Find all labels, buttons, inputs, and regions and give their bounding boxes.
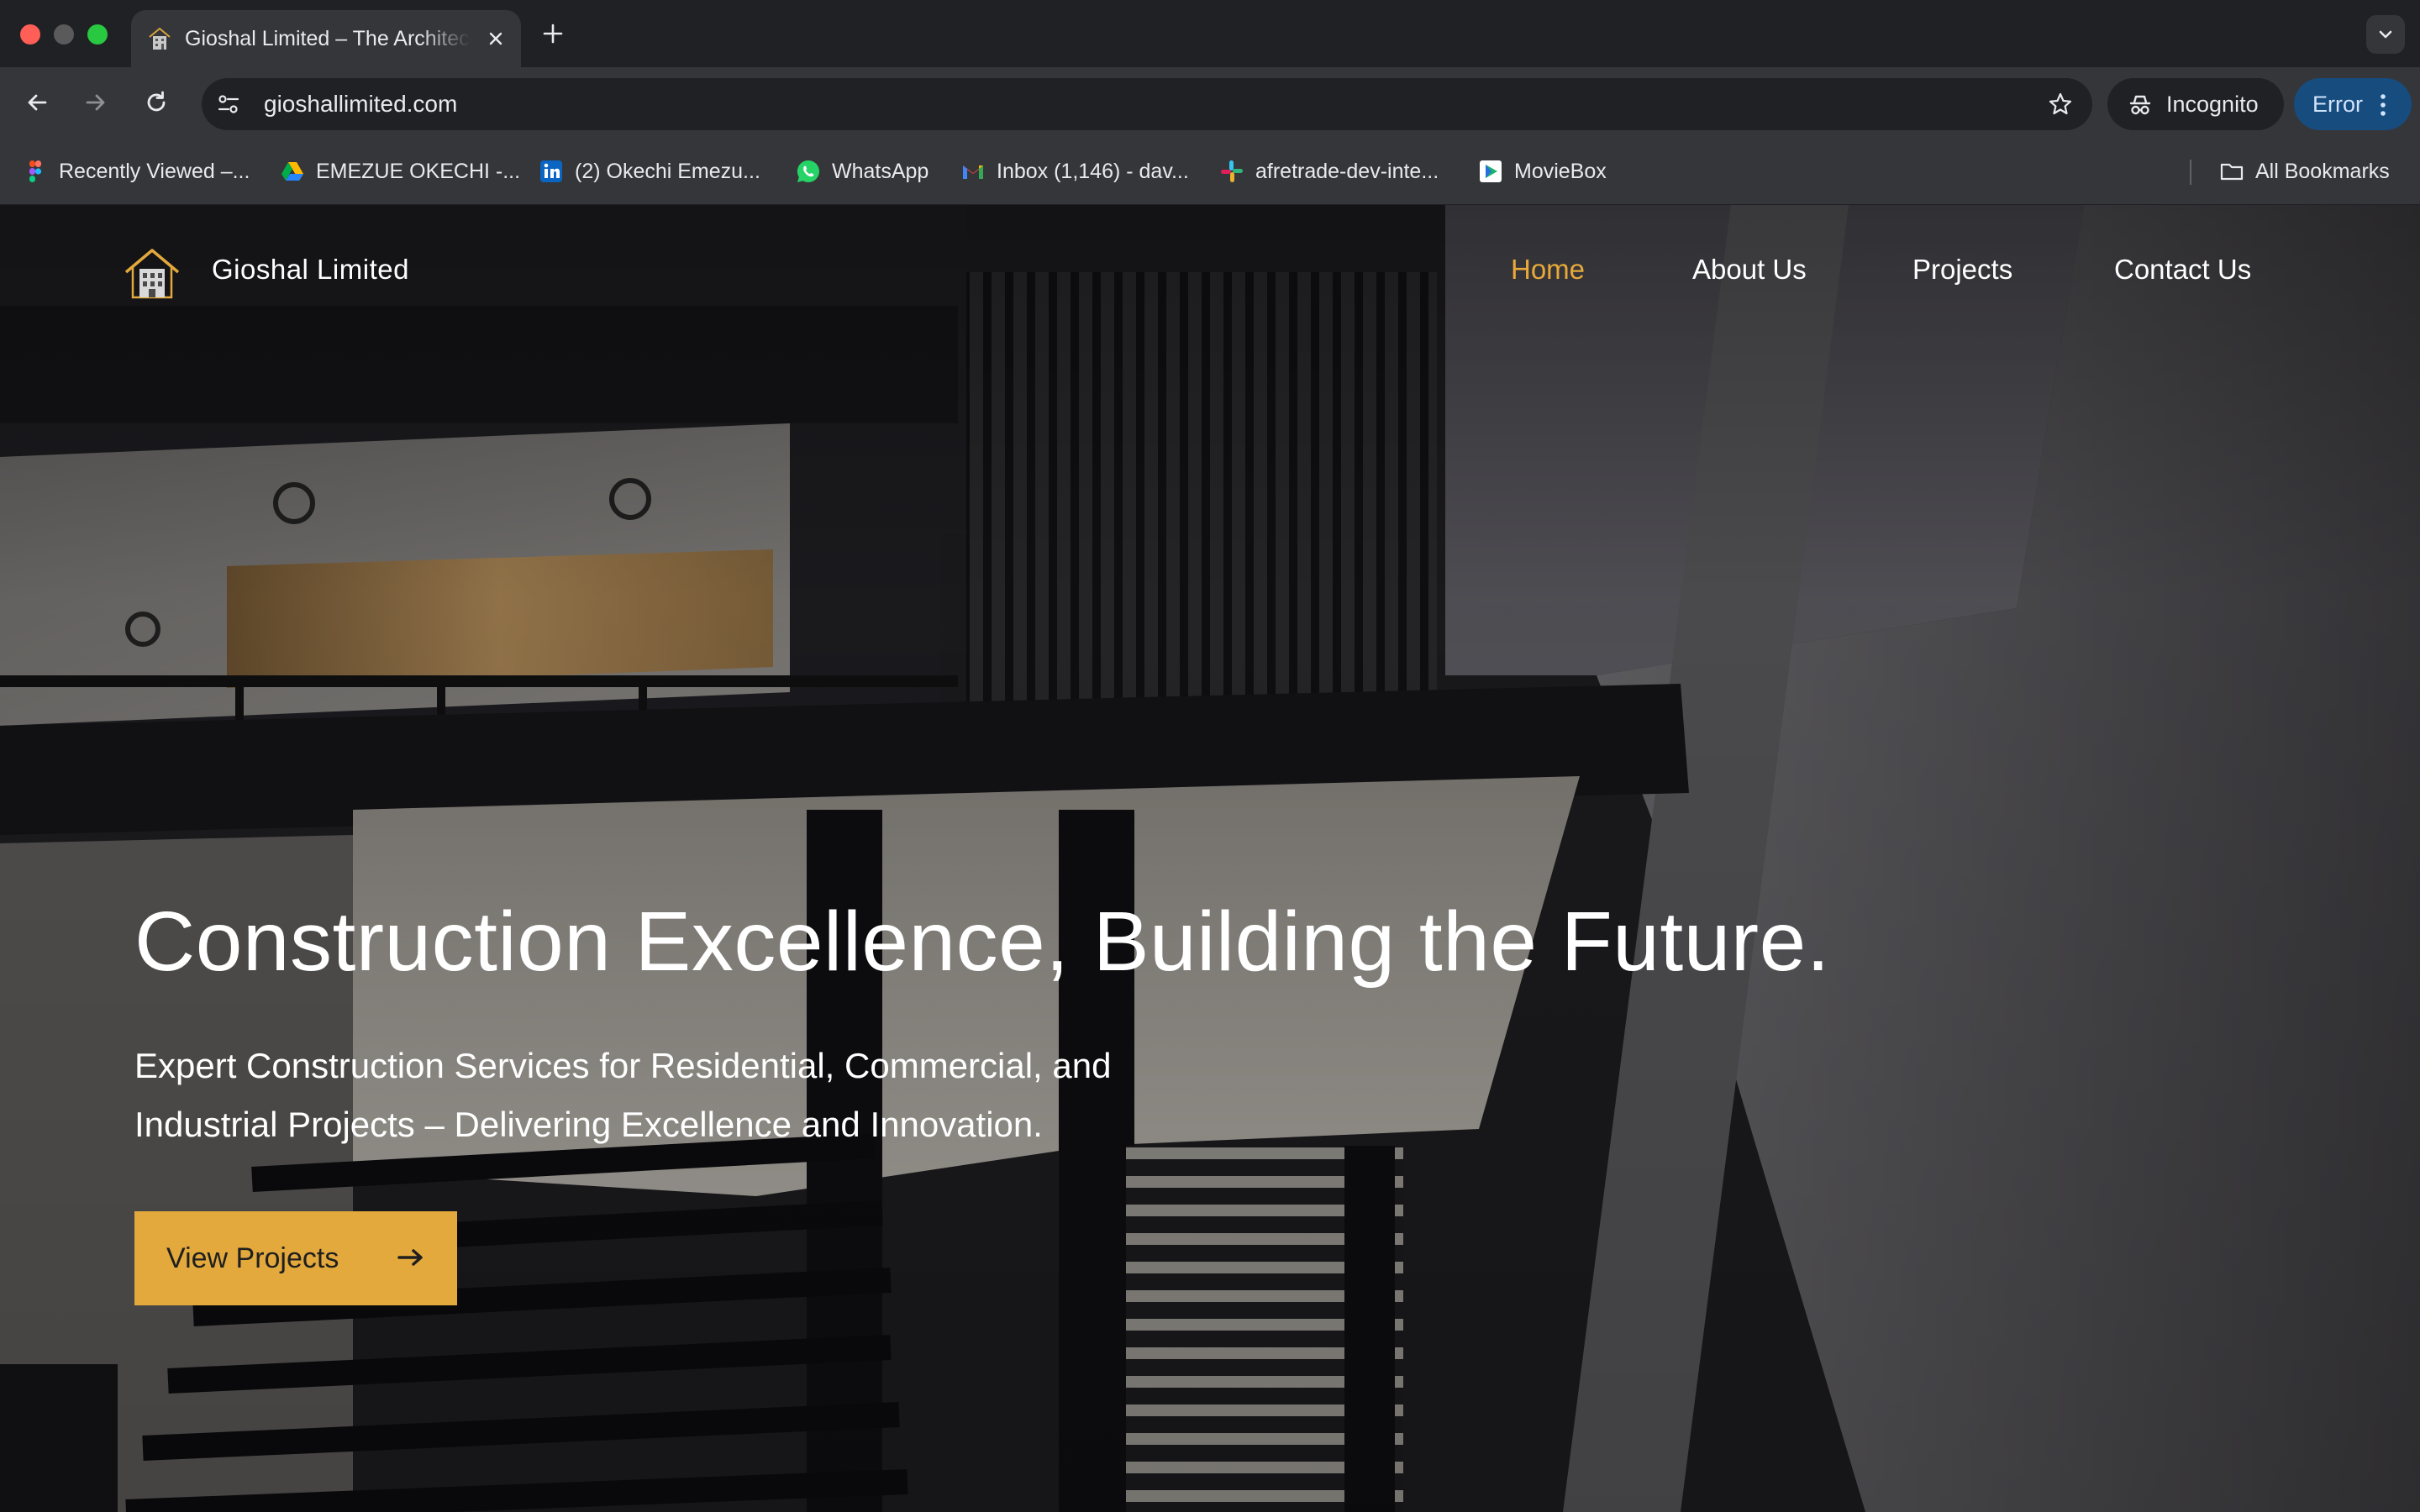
nav-contact-us[interactable]: Contact Us [2114,254,2251,286]
site-brand-name[interactable]: Gioshal Limited [212,254,409,286]
bookmark-label: Inbox (1,146) - dav... [997,160,1189,183]
window-zoom-button[interactable] [87,24,108,45]
error-menu-button[interactable]: Error [2294,78,2412,130]
all-bookmarks-button[interactable]: All Bookmarks [2218,156,2390,186]
moviebox-icon [1480,160,1502,182]
figma-icon [29,160,42,182]
tab-search-button[interactable] [2366,15,2405,54]
bookmark-label: (2) Okechi Emezu... [575,160,760,183]
url-text: gioshallimited.com [264,91,458,117]
bookmarks-bar: Recently Viewed –... EMEZUE OKECHI -... … [0,138,2420,205]
reload-icon [147,91,166,112]
hero-section: Gioshal Limited Home About Us Projects C… [0,205,2420,1512]
bookmark-label: Recently Viewed –... [59,160,250,183]
bookmark-star-icon[interactable] [2047,91,2074,118]
incognito-label: Incognito [2166,92,2259,117]
bookmark-slack[interactable]: afretrade-dev-inte... [1218,156,1439,186]
hero-overlay [0,205,2420,1512]
browser-toolbar: gioshallimited.com Incognito Error [0,67,2420,138]
view-projects-button[interactable]: View Projects [134,1211,457,1305]
bookmarks-divider [2190,160,2191,185]
tab-close-icon[interactable] [482,25,509,52]
bookmark-recently-viewed[interactable]: Recently Viewed –... [22,156,250,186]
gioshal-logo-icon[interactable] [123,247,182,301]
arrow-right-icon [86,94,105,111]
tab-title: Gioshal Limited – The Architecture [185,27,471,50]
arrow-left-icon [28,94,47,111]
slack-icon [1221,160,1243,182]
bookmark-emezue-okechi[interactable]: EMEZUE OKECHI -... [279,156,520,186]
site-info-button[interactable] [213,89,244,119]
hero-title: Construction Excellence, Building the Fu… [134,895,1831,989]
view-projects-label: View Projects [166,1242,339,1274]
bookmark-linkedin[interactable]: (2) Okechi Emezu... [538,156,760,186]
nav-home[interactable]: Home [1511,254,1585,286]
nav-projects[interactable]: Projects [1912,254,2012,286]
bookmark-label: EMEZUE OKECHI -... [316,160,521,183]
folder-icon [2220,163,2244,181]
window-close-button[interactable] [20,24,40,45]
back-button[interactable] [18,84,55,121]
nav-about-us[interactable]: About Us [1692,254,1807,286]
bookmark-label: WhatsApp [832,160,929,183]
reload-button[interactable] [138,84,175,121]
browser-tab-active[interactable]: Gioshal Limited – The Architecture [131,10,521,67]
building-favicon-icon [149,27,171,50]
all-bookmarks-label: All Bookmarks [2255,160,2390,183]
error-label: Error [2312,92,2363,117]
chevron-down-icon [2379,30,2392,39]
tune-icon [218,95,239,113]
gmail-icon [963,165,983,179]
linkedin-icon [540,160,562,182]
more-vertical-icon [2381,94,2386,116]
browser-tab-strip: Gioshal Limited – The Architecture [0,0,2420,67]
bookmark-label: MovieBox [1514,160,1607,183]
bookmark-whatsapp[interactable]: WhatsApp [795,156,929,186]
forward-button[interactable] [77,84,114,121]
address-bar[interactable]: gioshallimited.com [202,78,2092,130]
bookmark-gmail-inbox[interactable]: Inbox (1,146) - dav... [960,156,1189,186]
bookmark-moviebox[interactable]: MovieBox [1477,156,1607,186]
new-tab-plus-icon[interactable] [538,18,568,49]
bookmark-label: afretrade-dev-inte... [1255,160,1439,183]
incognito-icon [2129,95,2151,115]
google-drive-icon [281,162,303,181]
window-minimize-button[interactable] [54,24,74,45]
whatsapp-icon [797,160,819,183]
hero-subtitle: Expert Construction Services for Residen… [134,1046,1112,1144]
incognito-profile-button[interactable]: Incognito [2107,78,2284,130]
arrow-right-icon [397,1249,423,1266]
